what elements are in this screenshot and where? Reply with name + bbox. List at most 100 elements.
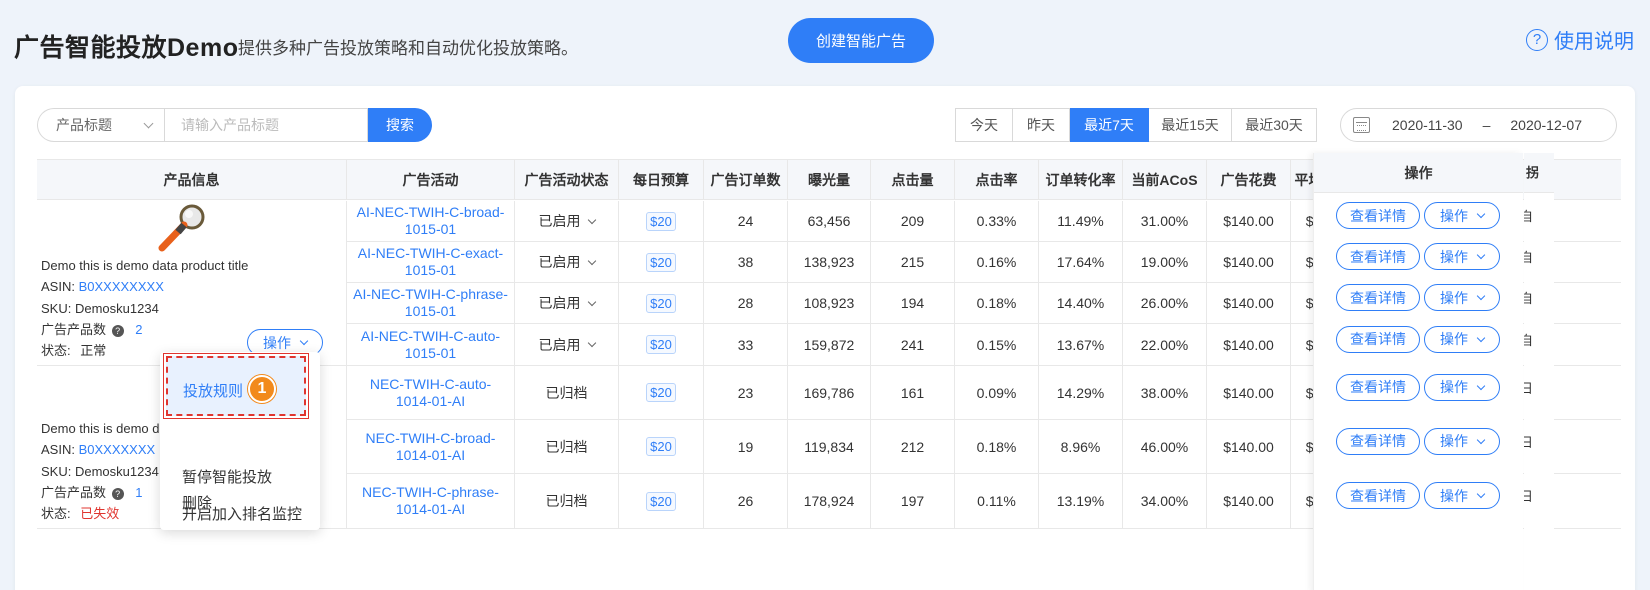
cell-campaign[interactable]: NEC-TWIH-C-auto-1014-01-AI: [347, 366, 515, 419]
chevron-down-icon: [1476, 250, 1486, 260]
magnifier-product-image: [158, 204, 205, 252]
cell-clicks: 194: [871, 283, 955, 323]
clipped-column: 拐 自自自自日日日: [1524, 153, 1554, 590]
asin-link[interactable]: B0XXXXXXXX: [79, 279, 164, 294]
product-title: Demo this is demo data product title: [41, 258, 249, 273]
view-detail-button[interactable]: 查看详情: [1336, 243, 1420, 270]
search-input[interactable]: 请输入产品标题: [164, 108, 368, 142]
view-detail-button[interactable]: 查看详情: [1336, 284, 1420, 311]
asin-link[interactable]: B0XXXXXXX: [79, 442, 156, 457]
clipped-cell: 自: [1524, 291, 1534, 306]
cell-impressions: 63,456: [788, 201, 871, 241]
cell-cvr: 14.40%: [1039, 283, 1123, 323]
create-smart-ad-button[interactable]: 创建智能广告: [788, 18, 934, 63]
question-circle-icon: ?: [1526, 28, 1548, 51]
view-detail-button[interactable]: 查看详情: [1336, 373, 1420, 401]
menu-item-rules[interactable]: 投放规则: [183, 380, 243, 401]
row-ops-button[interactable]: 操作: [1424, 325, 1500, 353]
date-range-picker[interactable]: 2020-11-30 – 2020-12-07: [1340, 108, 1617, 142]
budget-badge[interactable]: $20: [646, 437, 676, 456]
chevron-down-icon: [1476, 333, 1486, 342]
menu-item-pause[interactable]: 暂停智能投放: [182, 466, 272, 487]
ops-row: 查看详情 操作: [1314, 236, 1523, 277]
status-text: 已启用: [538, 336, 581, 353]
search-button[interactable]: 搜索: [368, 108, 432, 142]
cell-ctr: 0.18%: [955, 283, 1039, 323]
status-row: 状态: 已失效: [41, 503, 119, 524]
status-select[interactable]: 已启用: [539, 211, 596, 231]
sku-row: SKU: Demosku1234: [41, 461, 159, 482]
budget-badge[interactable]: $20: [646, 335, 676, 354]
clipped-cell: 自: [1524, 250, 1534, 265]
col-clicks: 点击量: [871, 160, 955, 199]
row-ops-button[interactable]: 操作: [1424, 427, 1500, 455]
step-badge: 1: [248, 375, 276, 403]
date-start: 2020-11-30: [1392, 117, 1463, 133]
range-15days[interactable]: 最近15天: [1149, 108, 1232, 142]
cell-status: 已启用: [515, 242, 619, 282]
range-today[interactable]: 今天: [955, 108, 1013, 142]
status-select[interactable]: 已启用: [538, 335, 596, 355]
cell-spend: $140.00: [1207, 283, 1291, 323]
help-link[interactable]: ? 使用说明: [1526, 25, 1634, 54]
cell-clicks: 209: [871, 201, 955, 241]
asin-label: ASIN:: [41, 279, 75, 294]
cell-status: 已启用: [515, 324, 619, 365]
cell-impressions: 159,872: [788, 324, 871, 365]
status-select[interactable]: 已启用: [538, 252, 596, 272]
cell-budget: $20: [619, 242, 704, 282]
product-count[interactable]: 1: [135, 485, 142, 500]
cell-impressions: 119,834: [788, 420, 871, 473]
clipped-cell: 自: [1524, 209, 1534, 224]
status-text: 已启用: [538, 254, 581, 270]
cell-status: 已启用: [515, 201, 619, 241]
budget-badge[interactable]: $20: [646, 383, 676, 402]
page-subtitle: 提供多种广告投放策略和自动优化投放策略。: [238, 39, 578, 58]
cell-campaign[interactable]: NEC-TWIH-C-phrase-1014-01-AI: [347, 474, 515, 528]
budget-badge[interactable]: $20: [646, 293, 676, 313]
cell-campaign[interactable]: AI-NEC-TWIH-C-auto-1015-01: [347, 324, 515, 365]
cell-campaign[interactable]: AI-NEC-TWIH-C-phrase-1015-01: [347, 283, 515, 323]
cell-campaign[interactable]: NEC-TWIH-C-broad-1014-01-AI: [347, 420, 515, 473]
cell-spend: $140.00: [1207, 201, 1291, 241]
view-detail-button[interactable]: 查看详情: [1336, 482, 1420, 509]
cell-status: 已启用: [515, 283, 619, 323]
chevron-down-icon: [587, 256, 596, 265]
view-detail-button[interactable]: 查看详情: [1336, 202, 1420, 229]
cell-impressions: 108,923: [788, 283, 871, 323]
product-count-label: 广告产品数: [41, 485, 107, 500]
product-count[interactable]: 2: [135, 322, 142, 337]
row-ops-button[interactable]: 操作: [1424, 284, 1500, 311]
cell-campaign[interactable]: AI-NEC-TWIH-C-exact-1015-01: [347, 242, 515, 282]
row-ops-button[interactable]: 操作: [1424, 243, 1500, 270]
cell-spend: $140.00: [1207, 366, 1291, 419]
budget-badge[interactable]: $20: [646, 491, 676, 511]
cell-budget: $20: [619, 324, 704, 365]
ops-row: 查看详情 操作: [1314, 318, 1523, 360]
row-ops-button[interactable]: 操作: [1424, 373, 1500, 401]
asin-label: ASIN:: [41, 442, 75, 457]
page-title: 广告智能投放Demo: [14, 34, 239, 62]
cell-status: 已归档: [515, 366, 619, 419]
range-yesterday[interactable]: 昨天: [1013, 108, 1070, 142]
cell-impressions: 138,923: [788, 242, 871, 282]
cell-campaign[interactable]: AI-NEC-TWIH-C-broad-1015-01: [347, 201, 515, 241]
range-7days[interactable]: 最近7天: [1070, 108, 1149, 142]
field-select[interactable]: 产品标题: [37, 108, 164, 142]
view-detail-button[interactable]: 查看详情: [1336, 325, 1420, 353]
status-select[interactable]: 已启用: [539, 293, 596, 313]
budget-badge[interactable]: $20: [646, 211, 676, 231]
cell-orders: 23: [704, 366, 788, 419]
ops-row: 查看详情 操作: [1314, 468, 1523, 523]
row-ops-button[interactable]: 操作: [1424, 482, 1500, 509]
product-count-row: 广告产品数 ? 1: [41, 482, 143, 503]
range-30days[interactable]: 最近30天: [1232, 108, 1317, 142]
view-detail-button[interactable]: 查看详情: [1336, 427, 1420, 455]
row-ops-button[interactable]: 操作: [1424, 202, 1500, 229]
status-label: 状态:: [41, 506, 71, 521]
budget-badge[interactable]: $20: [646, 252, 676, 272]
row-ops-label: 操作: [1440, 289, 1468, 306]
menu-item-delete[interactable]: 删除: [182, 492, 212, 513]
chevron-down-icon: [1476, 489, 1486, 499]
clipped-cell: 日: [1524, 380, 1534, 396]
